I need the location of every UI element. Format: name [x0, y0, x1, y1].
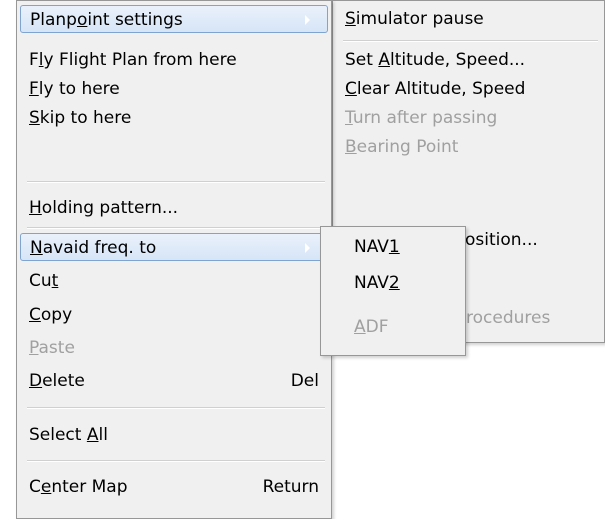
- menu-separator: [27, 460, 325, 462]
- menu-item-label: ADF: [354, 317, 389, 337]
- menu-item-label: Delete: [29, 371, 85, 391]
- menu-item-fly-to-here[interactable]: Fly to here: [17, 75, 331, 103]
- menu-item-skip-to-here[interactable]: Skip to here: [17, 104, 331, 132]
- menu-item-label: NAV1: [354, 237, 400, 257]
- menu-item-label: Paste: [29, 338, 75, 358]
- menu-item-bearing-point[interactable]: Bearing Point: [333, 133, 604, 161]
- menu-item-label: Cut: [29, 271, 59, 291]
- menu-item-label: Select All: [29, 425, 108, 445]
- menu-item-label: Holding pattern...: [29, 198, 179, 218]
- menu-item-clear-altitude-speed[interactable]: Clear Altitude, Speed: [333, 75, 604, 103]
- menu-item-label: Fly Flight Plan from here: [29, 50, 237, 70]
- menu-item-label: Simulator pause: [345, 9, 484, 29]
- menu-item-procedures-partial-label: rocedures: [466, 308, 551, 328]
- menu-item-center-map[interactable]: Center Map Return: [17, 473, 331, 501]
- menu-item-label: Skip to here: [29, 108, 132, 128]
- menu-item-set-altitude-speed[interactable]: Set Altitude, Speed...: [333, 46, 604, 74]
- menu-separator: [27, 227, 325, 229]
- menu-item-label: Set Altitude, Speed...: [345, 50, 526, 70]
- menu-item-shortcut: Return: [262, 477, 319, 497]
- menu-item-label: Navaid freq. to: [30, 238, 157, 258]
- menu-item-label: Turn after passing: [345, 108, 498, 128]
- menu-item-label: Fly to here: [29, 79, 120, 99]
- menu-item-cut[interactable]: Cut: [17, 267, 331, 295]
- menu-item-label: Center Map: [29, 477, 128, 497]
- menu-item-navaid-freq-to[interactable]: Navaid freq. to: [20, 233, 328, 261]
- menu-separator: [27, 407, 325, 409]
- navaid-freq-submenu: NAV1 NAV2 ADF: [320, 226, 466, 356]
- submenu-arrow-icon: [305, 15, 310, 25]
- menu-item-simulator-pause[interactable]: Simulator pause: [333, 5, 604, 33]
- menu-item-delete[interactable]: Delete Del: [17, 367, 331, 395]
- menu-item-paste[interactable]: Paste: [17, 334, 331, 362]
- menu-item-adf[interactable]: ADF: [321, 313, 465, 341]
- menu-item-planpoint-settings[interactable]: Planpoint settings: [20, 5, 328, 33]
- menu-item-shortcut: Del: [290, 371, 319, 391]
- menu-item-position-partial-label: osition...: [465, 230, 538, 250]
- menu-item-label: Planpoint settings: [30, 10, 183, 30]
- context-menu: Planpoint settings Fly Flight Plan from …: [16, 0, 332, 519]
- menu-item-select-all[interactable]: Select All: [17, 421, 331, 449]
- menu-separator: [27, 181, 325, 183]
- menu-item-label: Clear Altitude, Speed: [345, 79, 526, 99]
- submenu-arrow-icon: [305, 243, 310, 253]
- menu-item-holding-pattern[interactable]: Holding pattern...: [17, 194, 331, 222]
- menu-item-label: Bearing Point: [345, 137, 459, 157]
- menu-item-label: Copy: [29, 305, 73, 325]
- menu-item-copy[interactable]: Copy: [17, 301, 331, 329]
- menu-item-label: NAV2: [354, 273, 400, 293]
- menu-separator: [343, 40, 598, 42]
- menu-item-nav2[interactable]: NAV2: [321, 269, 465, 297]
- menu-item-fly-flight-plan-from-here[interactable]: Fly Flight Plan from here: [17, 46, 331, 74]
- menu-item-turn-after-passing[interactable]: Turn after passing: [333, 104, 604, 132]
- menu-item-nav1[interactable]: NAV1: [321, 233, 465, 261]
